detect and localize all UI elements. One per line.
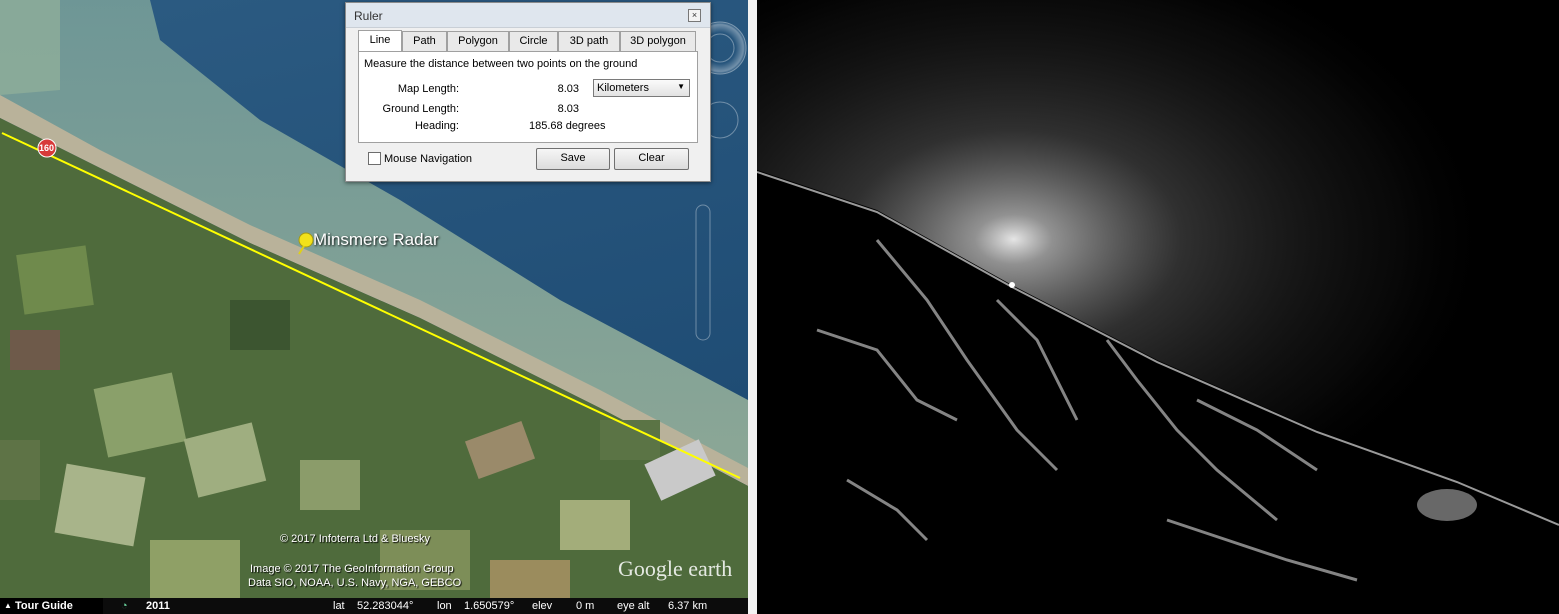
mouse-navigation-checkbox[interactable] <box>368 152 381 165</box>
tour-guide-label: Tour Guide <box>15 600 73 612</box>
tab-3d-polygon[interactable]: 3D polygon <box>620 31 696 51</box>
lon-label: lon <box>437 600 452 612</box>
clear-button[interactable]: Clear <box>614 148 689 170</box>
save-button[interactable]: Save <box>536 148 610 170</box>
lon-value: 1.650579° <box>464 600 515 612</box>
tab-circle[interactable]: Circle <box>509 31 558 51</box>
ruler-line-panel: Measure the distance between two points … <box>358 51 698 143</box>
tour-triangle-icon: ▲ <box>4 601 12 610</box>
chevron-down-icon: ▼ <box>677 82 685 91</box>
attribution-line-3: Data SIO, NOAA, U.S. Navy, NGA, GEBCO <box>248 577 462 589</box>
placemark-label[interactable]: Minsmere Radar <box>313 230 439 250</box>
unit-select[interactable]: Kilometers ▼ <box>593 79 690 97</box>
tab-polygon[interactable]: Polygon <box>447 31 509 51</box>
road-badge-number: 160 <box>39 143 55 153</box>
elev-value: 0 m <box>576 600 595 612</box>
heading-label: Heading: <box>414 120 459 132</box>
ground-length-label: Ground Length: <box>382 103 459 115</box>
status-bar: ▲ Tour Guide ◔ 2011 lat 52.283044° lon 1… <box>0 598 748 614</box>
ruler-title: Ruler <box>354 9 383 23</box>
eye-alt-value: 6.37 km <box>668 600 708 612</box>
tour-guide-button[interactable]: ▲ Tour Guide <box>0 598 103 614</box>
imagery-year: 2011 <box>146 600 170 612</box>
map-length-label: Map Length: <box>397 83 459 95</box>
lat-value: 52.283044° <box>357 600 414 612</box>
attribution-line-1: © 2017 Infoterra Ltd & Bluesky <box>280 533 430 545</box>
ground-length-value: 8.03 <box>557 103 579 115</box>
ruler-description: Measure the distance between two points … <box>364 58 638 70</box>
ruler-dialog: Ruler × Line Path Polygon Circle 3D path… <box>345 2 711 182</box>
historical-clock-icon[interactable]: ◔ <box>121 600 128 612</box>
radar-image <box>757 0 1559 614</box>
ruler-titlebar[interactable]: Ruler × <box>346 3 710 28</box>
panel-divider <box>748 0 757 614</box>
heading-value: 185.68 degrees <box>529 120 606 132</box>
attribution-line-2: Image © 2017 The GeoInformation Group <box>250 563 454 575</box>
radar-display <box>757 0 1559 614</box>
close-icon[interactable]: × <box>688 9 701 22</box>
mouse-navigation-label: Mouse Navigation <box>384 153 473 165</box>
tab-3d-path[interactable]: 3D path <box>558 31 620 51</box>
lat-label: lat <box>333 600 345 612</box>
map-length-value: 8.03 <box>557 83 579 95</box>
tab-line[interactable]: Line <box>358 30 402 52</box>
eye-alt-label: eye alt <box>617 600 650 612</box>
tab-path[interactable]: Path <box>402 31 447 51</box>
elev-label: elev <box>532 600 553 612</box>
unit-select-value: Kilometers <box>597 82 649 94</box>
google-earth-logo: Google earth <box>618 556 733 581</box>
